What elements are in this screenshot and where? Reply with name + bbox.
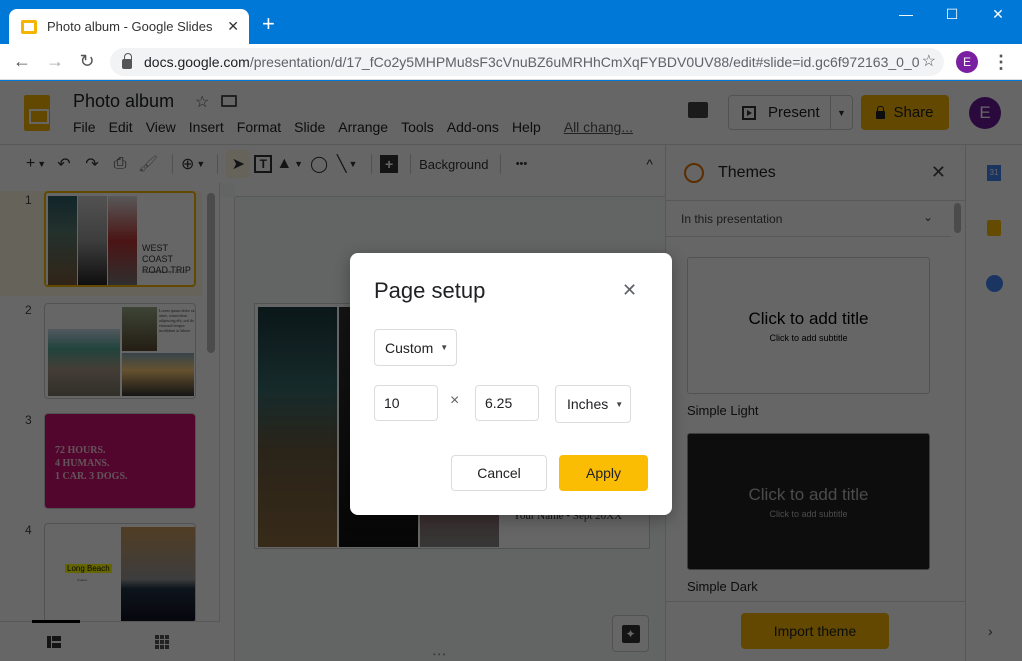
height-input[interactable] <box>475 385 539 421</box>
chevron-down-icon: ▼ <box>440 343 449 352</box>
dialog-title: Page setup <box>374 278 486 303</box>
browser-tab[interactable]: Photo album - Google Slides ✕ <box>9 9 249 44</box>
bookmark-star-icon[interactable]: ☆ <box>922 51 936 71</box>
close-dialog-icon[interactable]: ✕ <box>622 280 637 301</box>
minimize-button[interactable]: — <box>891 6 921 22</box>
unit-value: Inches <box>567 396 609 412</box>
lock-icon <box>122 53 132 69</box>
address-bar[interactable]: docs.google.com/presentation/d/17_fCo2y5… <box>110 48 944 76</box>
url-path: /presentation/d/17_fCo2y5MHPMu8sF3cVnuBZ… <box>249 54 920 70</box>
chevron-down-icon: ▼ <box>615 399 624 409</box>
slides-favicon-icon <box>21 19 37 34</box>
browser-window: Photo album - Google Slides ✕ + — ☐ ✕ ← … <box>0 0 1022 661</box>
cancel-button[interactable]: Cancel <box>451 455 547 491</box>
browser-toolbar: ← → ↻ docs.google.com/presentation/d/17_… <box>0 44 1022 80</box>
unit-select[interactable]: Inches ▼ <box>555 385 631 423</box>
browser-menu-icon[interactable]: ⋮ <box>992 51 1010 73</box>
new-tab-button[interactable]: + <box>262 13 275 35</box>
width-input[interactable] <box>374 385 438 421</box>
tab-title: Photo album - Google Slides <box>47 19 213 34</box>
profile-avatar[interactable]: E <box>956 51 978 73</box>
forward-button[interactable]: → <box>43 51 67 72</box>
page-setup-dialog: Page setup ✕ Custom ▼ × Inches ▼ Cancel … <box>350 253 672 515</box>
back-button[interactable]: ← <box>10 51 34 72</box>
reload-button[interactable]: ↻ <box>75 51 99 72</box>
page-size-preset-select[interactable]: Custom ▼ <box>374 329 457 366</box>
browser-titlebar: Photo album - Google Slides ✕ + — ☐ ✕ <box>0 0 1022 44</box>
times-icon: × <box>450 392 460 409</box>
tab-close-icon[interactable]: ✕ <box>227 18 239 35</box>
apply-button[interactable]: Apply <box>559 455 648 491</box>
preset-value: Custom <box>385 339 434 356</box>
maximize-button[interactable]: ☐ <box>937 6 967 23</box>
close-window-button[interactable]: ✕ <box>983 6 1013 23</box>
url-host: docs.google.com <box>144 54 250 70</box>
